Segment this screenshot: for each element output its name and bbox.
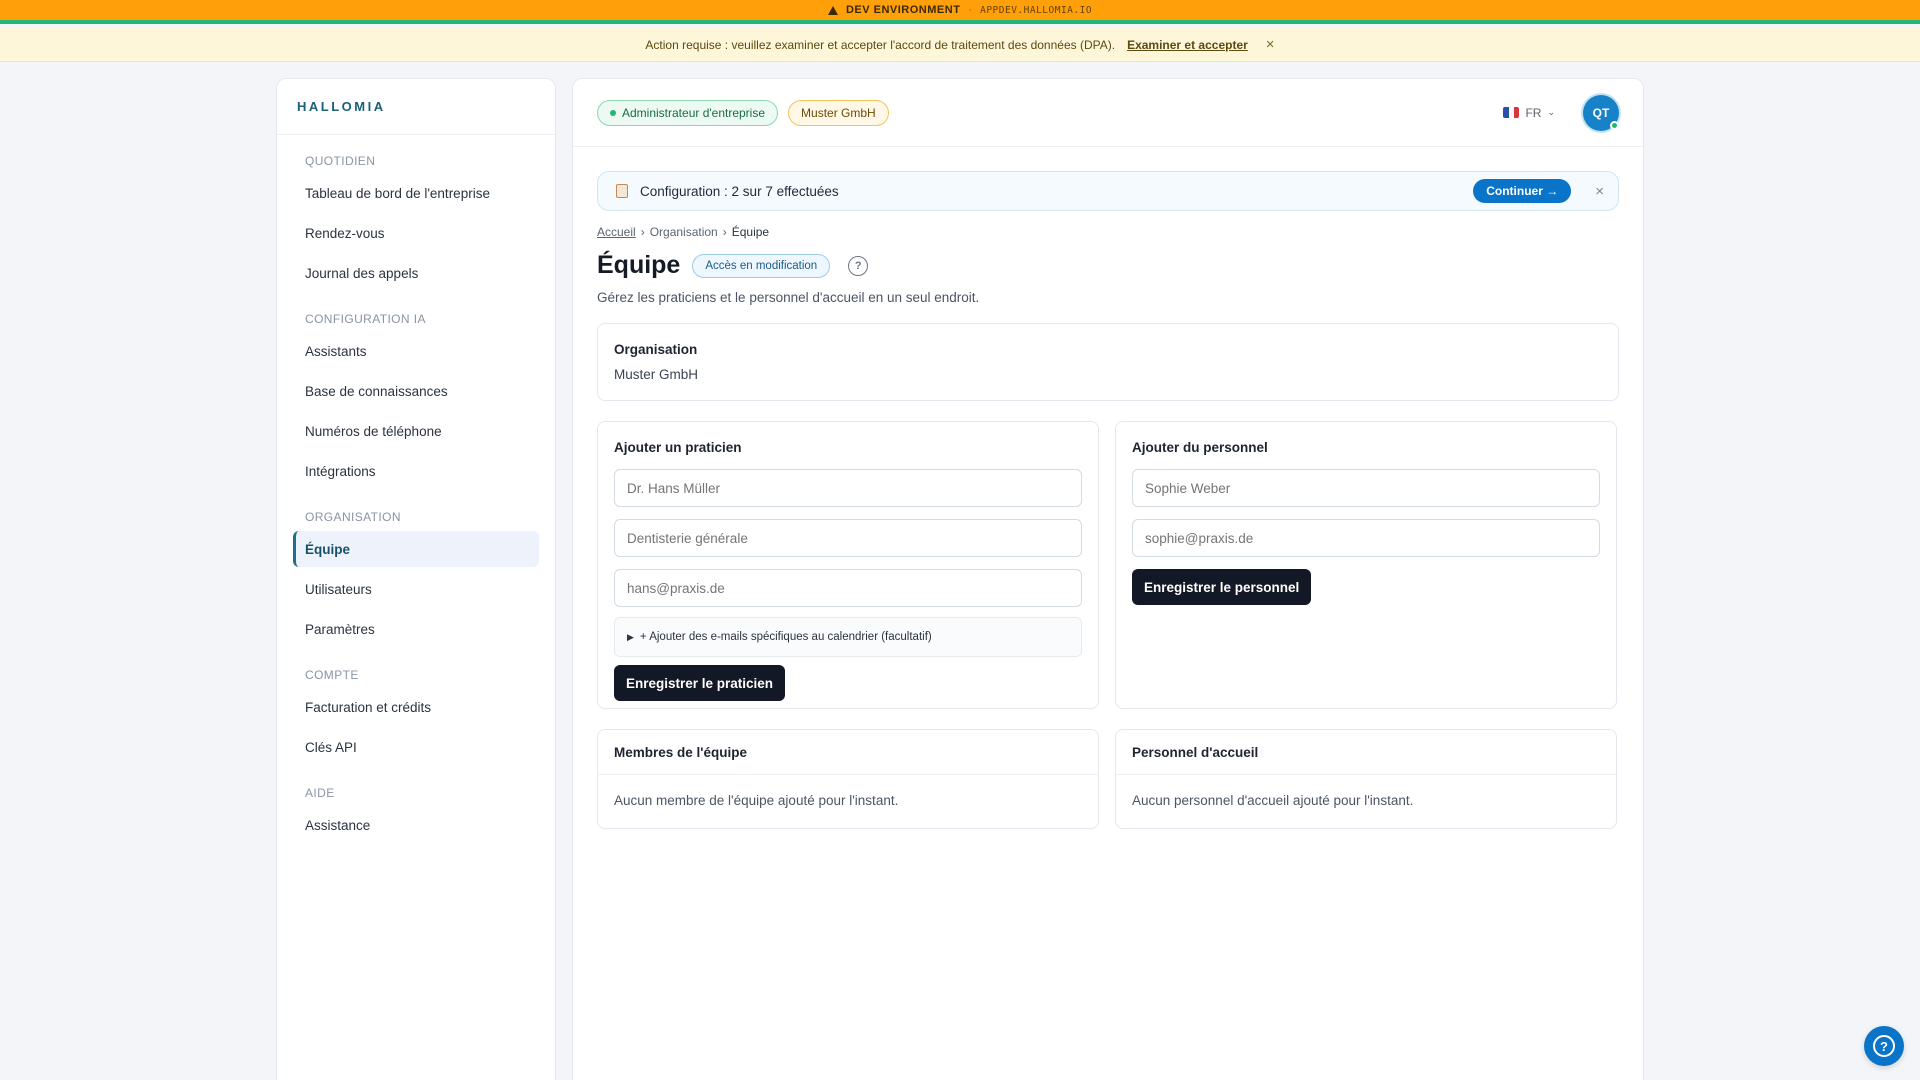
language-selector[interactable]: FR ⌄ xyxy=(1503,106,1555,120)
close-icon[interactable]: × xyxy=(1595,183,1604,200)
user-avatar[interactable]: QT xyxy=(1583,94,1619,131)
help-button[interactable]: ? xyxy=(1864,1026,1904,1066)
reception-staff-card: Personnel d'accueil Aucun personnel d'ac… xyxy=(1115,729,1617,829)
caret-right-icon: ▶ xyxy=(627,631,634,642)
sidebar-item-knowledge-base[interactable]: Base de connaissances xyxy=(293,373,539,409)
practitioner-name-input[interactable] xyxy=(614,469,1082,507)
language-code: FR xyxy=(1525,105,1542,120)
sidebar-item-call-log[interactable]: Journal des appels xyxy=(293,255,539,291)
chevron-down-icon: ⌄ xyxy=(1547,107,1555,117)
nav-section-quotidien: QUOTIDIEN xyxy=(305,154,376,168)
page-subtitle: Gérez les praticiens et le personnel d'a… xyxy=(597,290,980,305)
team-members-card: Membres de l'équipe Aucun membre de l'éq… xyxy=(597,729,1099,829)
organization-name: Muster GmbH xyxy=(614,367,699,382)
breadcrumb-separator: › xyxy=(640,225,645,239)
nav-section-organisation: ORGANISATION xyxy=(305,510,401,524)
sidebar-item-integrations[interactable]: Intégrations xyxy=(293,453,539,489)
team-members-empty-state: Aucun membre de l'équipe ajouté pour l'i… xyxy=(614,793,899,808)
access-badge: Accès en modification xyxy=(692,253,831,278)
setup-progress-banner: Configuration : 2 sur 7 effectuées Conti… xyxy=(597,171,1619,211)
warning-icon xyxy=(827,5,838,15)
french-flag-icon xyxy=(1503,107,1520,118)
add-staff-title: Ajouter du personnel xyxy=(1132,440,1268,455)
status-dot-icon xyxy=(610,109,616,116)
help-icon[interactable]: ? xyxy=(848,255,869,276)
notice-text: Action requise : veuillez examiner et ac… xyxy=(645,37,1116,52)
calendar-emails-label: + Ajouter des e-mails spécifiques au cal… xyxy=(639,631,932,643)
save-practitioner-button[interactable]: Enregistrer le praticien xyxy=(614,665,786,701)
calendar-emails-toggle[interactable]: ▶ + Ajouter des e-mails spécifiques au c… xyxy=(614,617,1082,657)
organization-card: Organisation Muster GmbH xyxy=(597,323,1619,401)
staff-email-input[interactable] xyxy=(1132,519,1600,557)
add-practitioner-title: Ajouter un praticien xyxy=(614,440,742,455)
breadcrumb: Accueil › Organisation › Équipe xyxy=(597,225,1619,239)
sidebar-item-support[interactable]: Assistance xyxy=(293,807,539,843)
nav-section-help: AIDE xyxy=(305,786,335,800)
staff-name-input[interactable] xyxy=(1132,469,1600,507)
organization-card-title: Organisation xyxy=(614,342,698,357)
add-practitioner-card: Ajouter un praticien ▶ + Ajouter des e-m… xyxy=(597,421,1099,709)
sidebar-item-phone-numbers[interactable]: Numéros de téléphone xyxy=(293,413,539,449)
breadcrumb-organisation[interactable]: Organisation xyxy=(650,225,718,239)
setup-progress-text: Configuration : 2 sur 7 effectuées xyxy=(640,183,839,199)
dpa-notice-banner: Action requise : veuillez examiner et ac… xyxy=(0,28,1920,62)
review-accept-link[interactable]: Examiner et accepter xyxy=(1127,38,1248,52)
save-staff-button[interactable]: Enregistrer le personnel xyxy=(1132,569,1312,605)
help-icon: ? xyxy=(1873,1035,1895,1057)
sidebar-item-team[interactable]: Équipe xyxy=(293,531,539,567)
sidebar-item-assistants[interactable]: Assistants xyxy=(293,333,539,369)
clipboard-icon xyxy=(616,184,628,198)
sidebar-item-billing[interactable]: Facturation et crédits xyxy=(293,689,539,725)
page-title: Équipe xyxy=(597,251,681,279)
sidebar: HALLOMIA QUOTIDIEN Tableau de bord de l'… xyxy=(276,78,556,1080)
nav-section-account: COMPTE xyxy=(305,668,359,682)
role-badge: Administrateur d'entreprise xyxy=(597,99,779,126)
nav-section-ai-config: CONFIGURATION IA xyxy=(305,312,426,326)
sidebar-item-appointments[interactable]: Rendez-vous xyxy=(293,215,539,251)
avatar-initials: QT xyxy=(1592,105,1610,120)
top-bar: Administrateur d'entreprise Muster GmbH … xyxy=(573,79,1643,147)
dev-environment-banner: DEV ENVIRONMENT · APPDEV.HALLOMIA.IO xyxy=(0,0,1920,24)
breadcrumb-home[interactable]: Accueil xyxy=(597,225,636,239)
dev-label: DEV ENVIRONMENT xyxy=(845,4,961,16)
breadcrumb-separator: › xyxy=(722,225,727,239)
practitioner-email-input[interactable] xyxy=(614,569,1082,607)
reception-staff-title: Personnel d'accueil xyxy=(1132,744,1259,760)
practitioner-specialty-input[interactable] xyxy=(614,519,1082,557)
role-badge-label: Administrateur d'entreprise xyxy=(622,105,766,120)
add-staff-card: Ajouter du personnel Enregistrer le pers… xyxy=(1115,421,1617,709)
breadcrumb-current: Équipe xyxy=(731,225,770,239)
online-status-icon xyxy=(1610,120,1619,130)
dev-separator: · xyxy=(968,4,973,16)
dev-url: APPDEV.HALLOMIA.IO xyxy=(980,4,1093,16)
main-panel: Administrateur d'entreprise Muster GmbH … xyxy=(572,78,1644,1080)
continue-button[interactable]: Continuer → xyxy=(1473,179,1572,203)
brand-logo: HALLOMIA xyxy=(277,79,555,135)
sidebar-item-api-keys[interactable]: Clés API xyxy=(293,729,539,765)
sidebar-item-dashboard[interactable]: Tableau de bord de l'entreprise xyxy=(293,175,539,211)
team-members-title: Membres de l'équipe xyxy=(614,744,747,760)
sidebar-item-settings[interactable]: Paramètres xyxy=(293,611,539,647)
reception-staff-empty-state: Aucun personnel d'accueil ajouté pour l'… xyxy=(1132,793,1414,808)
close-icon[interactable]: × xyxy=(1266,36,1275,53)
organization-badge: Muster GmbH xyxy=(788,99,889,126)
sidebar-item-users[interactable]: Utilisateurs xyxy=(293,571,539,607)
